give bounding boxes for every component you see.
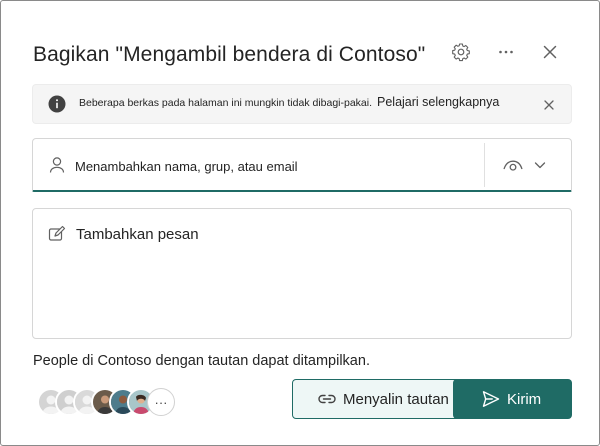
learn-more-link[interactable]: Pelajari selengkapnya	[377, 95, 499, 109]
more-options-button[interactable]	[491, 37, 521, 67]
edit-icon	[48, 225, 66, 241]
message-input[interactable]	[76, 226, 556, 326]
person-icon	[49, 157, 65, 173]
send-button[interactable]: Kirim	[453, 379, 572, 419]
send-label: Kirim	[507, 390, 542, 408]
link-scope-text: People di Contoso dengan tautan dapat di…	[33, 353, 370, 369]
eye-icon	[503, 160, 523, 171]
more-horizontal-icon	[499, 50, 513, 54]
share-dialog: Bagikan "Mengambil bendera di Contoso" B…	[0, 0, 600, 446]
divider	[484, 143, 485, 187]
gear-icon	[452, 43, 470, 62]
info-icon	[48, 95, 66, 113]
copy-link-label: Menyalin tautan	[343, 390, 449, 408]
more-avatars-button[interactable]: ···	[147, 388, 175, 416]
permission-dropdown[interactable]	[503, 154, 559, 176]
people-picker	[32, 138, 572, 192]
copy-link-button[interactable]: Menyalin tautan	[292, 379, 465, 419]
chevron-down-icon	[534, 162, 546, 169]
close-button[interactable]	[535, 37, 565, 67]
settings-button[interactable]	[446, 37, 476, 67]
people-input[interactable]	[75, 157, 475, 175]
send-icon	[482, 391, 500, 407]
close-icon	[543, 45, 557, 59]
close-icon[interactable]	[541, 97, 557, 113]
warning-banner: Beberapa berkas pada halaman ini mungkin…	[32, 84, 572, 124]
link-icon	[318, 394, 336, 404]
banner-message: Beberapa berkas pada halaman ini mungkin…	[79, 97, 373, 109]
dialog-title: Bagikan "Mengambil bendera di Contoso"	[33, 43, 426, 66]
message-box	[32, 208, 572, 339]
